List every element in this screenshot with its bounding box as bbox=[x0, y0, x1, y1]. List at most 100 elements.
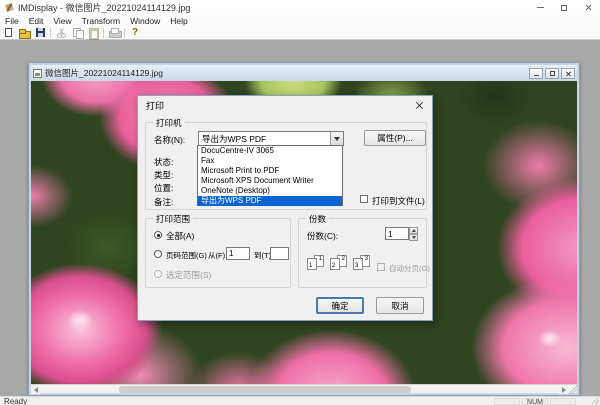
print-range-group: 打印范围 全部(A) 页码范围(G) 从(F): 到(T): 选定范围(S) bbox=[145, 218, 291, 288]
caps-indicator bbox=[494, 398, 520, 405]
close-icon bbox=[566, 71, 571, 76]
copies-input[interactable] bbox=[385, 227, 409, 240]
printer-option[interactable]: OneNote (Desktop) bbox=[198, 186, 342, 196]
range-selection-label: 选定范围(S) bbox=[166, 269, 211, 281]
scroll-right-button[interactable] bbox=[559, 385, 568, 394]
copies-group: 份数 份数(C): 1 1 bbox=[298, 218, 427, 288]
dialog-close-button[interactable] bbox=[406, 96, 432, 114]
print-to-file-checkbox[interactable] bbox=[360, 195, 368, 203]
menu-view[interactable]: View bbox=[48, 16, 76, 26]
printer-option-selected[interactable]: 导出为WPS PDF bbox=[198, 196, 342, 206]
scroll-left-button[interactable] bbox=[31, 385, 40, 394]
status-text: Ready bbox=[0, 397, 27, 405]
help-button[interactable]: ? bbox=[128, 27, 142, 39]
collate-pages-icon: 1 1 2 2 3 3 bbox=[307, 255, 370, 270]
copy-button bbox=[70, 27, 84, 39]
window-resize-grip[interactable] bbox=[591, 396, 599, 404]
right-arrow-icon bbox=[562, 387, 566, 393]
copies-spinner bbox=[385, 227, 419, 242]
printer-dropdown-list: DocuCentre-IV 3065 Fax Microsoft Print t… bbox=[197, 145, 343, 206]
save-icon bbox=[36, 28, 45, 37]
range-all-label: 全部(A) bbox=[166, 230, 194, 242]
printer-location-label: 位置: bbox=[154, 182, 173, 194]
toolbar: ? bbox=[0, 26, 600, 40]
minimize-icon bbox=[534, 75, 539, 76]
minimize-button[interactable] bbox=[528, 0, 552, 15]
print-dialog: 打印 打印机 名称(N): 导出为WPS PDF 属性(P)... 状态: 类型… bbox=[137, 95, 433, 321]
toolbar-separator bbox=[103, 28, 104, 38]
doc-minimize-button[interactable] bbox=[529, 68, 543, 79]
help-icon: ? bbox=[132, 28, 138, 38]
status-indicators: NUM bbox=[494, 398, 576, 405]
mdi-client-area: 微信图片_20221024114129.jpg 打印 bbox=[0, 40, 600, 396]
menu-transform[interactable]: Transform bbox=[77, 16, 125, 26]
document-resize-grip[interactable] bbox=[568, 385, 577, 394]
from-input[interactable] bbox=[226, 247, 250, 260]
printer-combobox-value: 导出为WPS PDF bbox=[199, 133, 330, 145]
save-button[interactable] bbox=[33, 27, 47, 39]
ok-button[interactable]: 确定 bbox=[316, 297, 364, 314]
printer-combobox[interactable]: 导出为WPS PDF bbox=[198, 131, 344, 146]
cancel-button[interactable]: 取消 bbox=[376, 297, 424, 314]
collate-page-pair: 2 2 bbox=[330, 255, 347, 270]
printer-option[interactable]: Fax bbox=[198, 156, 342, 166]
collate-label: 自动分页(O) bbox=[389, 263, 430, 274]
window-controls bbox=[528, 0, 600, 15]
menu-file[interactable]: File bbox=[0, 16, 24, 26]
menu-edit[interactable]: Edit bbox=[24, 16, 49, 26]
open-folder-icon bbox=[19, 29, 29, 37]
spinner-up-button[interactable] bbox=[409, 227, 418, 234]
collate-page-pair: 3 3 bbox=[353, 255, 370, 270]
maximize-button[interactable] bbox=[552, 0, 576, 15]
up-arrow-icon bbox=[412, 229, 416, 232]
to-input[interactable] bbox=[270, 247, 289, 260]
close-button[interactable] bbox=[576, 0, 600, 15]
range-pages-label: 页码范围(G) bbox=[166, 250, 207, 261]
toolbar-separator bbox=[50, 28, 51, 38]
close-icon bbox=[415, 101, 423, 109]
minimize-icon bbox=[537, 7, 544, 8]
printer-status-label: 状态: bbox=[154, 156, 173, 168]
copies-label: 份数(C): bbox=[307, 230, 338, 242]
collate-checkbox bbox=[377, 263, 385, 271]
from-label: 从(F): bbox=[208, 250, 227, 261]
copy-icon bbox=[73, 28, 82, 38]
doc-maximize-button[interactable] bbox=[545, 68, 559, 79]
num-indicator: NUM bbox=[522, 398, 548, 405]
copies-group-label: 份数 bbox=[306, 213, 329, 225]
range-all-radio[interactable] bbox=[154, 231, 162, 239]
doc-close-button[interactable] bbox=[561, 68, 575, 79]
document-icon bbox=[33, 69, 42, 78]
document-window-controls bbox=[529, 68, 575, 79]
combobox-dropdown-button[interactable] bbox=[330, 132, 343, 145]
properties-button[interactable]: 属性(P)... bbox=[364, 130, 426, 146]
printer-option[interactable]: Microsoft Print to PDF bbox=[198, 166, 342, 176]
scrollbar-thumb[interactable] bbox=[119, 386, 411, 393]
printer-option[interactable]: Microsoft XPS Document Writer bbox=[198, 176, 342, 186]
down-arrow-icon bbox=[412, 236, 416, 239]
spinner-down-button[interactable] bbox=[409, 234, 418, 241]
paste-button bbox=[86, 27, 100, 39]
maximize-icon bbox=[561, 5, 567, 11]
open-button[interactable] bbox=[17, 27, 31, 39]
horizontal-scrollbar[interactable] bbox=[31, 384, 577, 393]
menu-help[interactable]: Help bbox=[165, 16, 192, 26]
close-icon bbox=[585, 4, 592, 11]
printer-type-label: 类型: bbox=[154, 169, 173, 181]
new-file-icon bbox=[5, 28, 12, 37]
titlebar: IMDisplay - 微信图片_20221024114129.jpg bbox=[0, 0, 600, 15]
range-pages-radio[interactable] bbox=[154, 250, 162, 258]
print-range-group-label: 打印范围 bbox=[153, 213, 193, 225]
print-dialog-titlebar: 打印 bbox=[138, 96, 432, 114]
printer-group-label: 打印机 bbox=[153, 117, 185, 129]
new-button[interactable] bbox=[1, 27, 15, 39]
printer-option[interactable]: DocuCentre-IV 3065 bbox=[198, 146, 342, 156]
printer-name-label: 名称(N): bbox=[154, 134, 185, 146]
document-title: 微信图片_20221024114129.jpg bbox=[45, 67, 163, 79]
paste-icon bbox=[89, 28, 98, 38]
chevron-down-icon bbox=[334, 137, 340, 141]
print-dialog-body: 打印机 名称(N): 导出为WPS PDF 属性(P)... 状态: 类型: 位… bbox=[138, 114, 432, 322]
window-title: IMDisplay - 微信图片_20221024114129.jpg bbox=[18, 1, 190, 14]
app-icon bbox=[5, 3, 14, 12]
menu-window[interactable]: Window bbox=[125, 16, 165, 26]
